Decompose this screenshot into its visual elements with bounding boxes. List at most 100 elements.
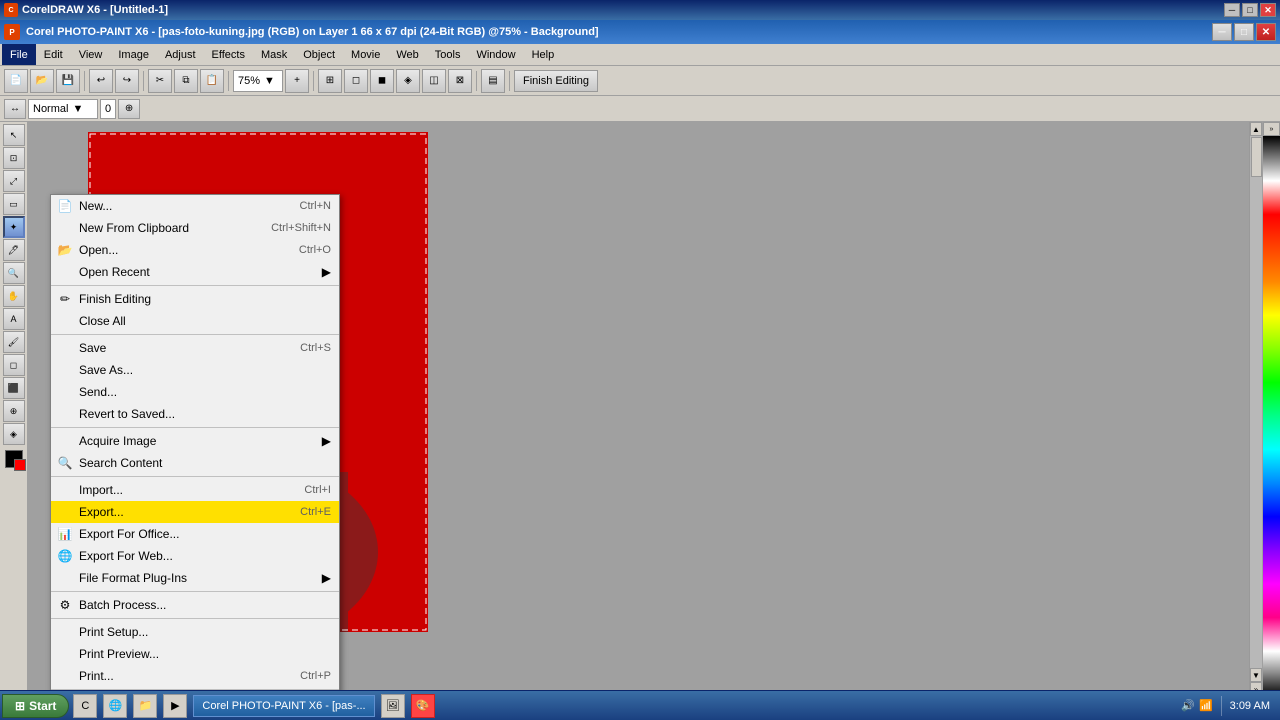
tool-crop[interactable]: ⊡ — [3, 147, 25, 169]
zoom-dropdown[interactable]: 75% ▼ — [233, 70, 283, 92]
tool-magic-wand[interactable]: ✦ — [3, 216, 25, 238]
tool-text[interactable]: A — [3, 308, 25, 330]
menu-close-all[interactable]: Close All — [51, 310, 339, 332]
menu-new[interactable]: 📄 New... Ctrl+N — [51, 195, 339, 217]
os-close-btn[interactable]: ✕ — [1260, 3, 1276, 17]
menu-adjust[interactable]: Adjust — [157, 44, 204, 65]
menu-view[interactable]: View — [71, 44, 111, 65]
menu-web[interactable]: Web — [388, 44, 426, 65]
foreground-color[interactable] — [5, 450, 23, 468]
menu-image[interactable]: Image — [110, 44, 157, 65]
menu-print-setup[interactable]: Print Setup... — [51, 621, 339, 643]
menu-print-preview[interactable]: Print Preview... — [51, 643, 339, 665]
view-btn-5[interactable]: ◫ — [422, 69, 446, 93]
copy-btn[interactable]: ⧉ — [174, 69, 198, 93]
start-button[interactable]: ⊞ Start — [2, 694, 69, 718]
open-file-btn[interactable]: 📂 — [30, 69, 54, 93]
menu-help[interactable]: Help — [524, 44, 563, 65]
tool-hand[interactable]: ✋ — [3, 285, 25, 307]
finish-editing-btn[interactable]: Finish Editing — [514, 70, 598, 92]
menu-batch-process[interactable]: ⚙ Batch Process... — [51, 594, 339, 616]
opacity-input[interactable]: 0 — [100, 99, 116, 119]
finish-edit-icon: ✏ — [57, 291, 73, 307]
os-maximize-btn[interactable]: □ — [1242, 3, 1258, 17]
vertical-scrollbar[interactable]: ▲ ▼ » — [1249, 122, 1262, 696]
menu-send[interactable]: Send... — [51, 381, 339, 403]
tray-icon-2: 📶 — [1199, 699, 1213, 712]
menu-tools[interactable]: Tools — [427, 44, 469, 65]
taskbar-red-icon[interactable]: 🎨 — [411, 694, 435, 718]
os-app-icon: C — [4, 3, 18, 17]
tool-pointer[interactable]: ↖ — [3, 124, 25, 146]
menu-export-label: Export... — [79, 505, 124, 519]
menu-export-office[interactable]: 📊 Export For Office... — [51, 523, 339, 545]
os-minimize-btn[interactable]: ─ — [1224, 3, 1240, 17]
tool-paint[interactable]: 🖌 — [3, 331, 25, 353]
app-maximize-btn[interactable]: □ — [1234, 23, 1254, 41]
tool-clone[interactable]: ⊕ — [3, 400, 25, 422]
zoom-in-btn[interactable]: + — [285, 69, 309, 93]
tool-mask-rect[interactable]: ▭ — [3, 193, 25, 215]
menu-open-recent[interactable]: Open Recent ▶ — [51, 261, 339, 283]
menu-object[interactable]: Object — [295, 44, 343, 65]
menu-open[interactable]: 📂 Open... Ctrl+O — [51, 239, 339, 261]
background-color[interactable] — [14, 459, 26, 471]
menu-file[interactable]: File — [2, 44, 36, 65]
menu-save[interactable]: Save Ctrl+S — [51, 337, 339, 359]
opacity-btn[interactable]: ⊕ — [118, 99, 140, 119]
menu-effects[interactable]: Effects — [204, 44, 253, 65]
tool-zoom[interactable]: 🔍 — [3, 262, 25, 284]
layer-btn[interactable]: ▤ — [481, 69, 505, 93]
view-btn-1[interactable]: ⊞ — [318, 69, 342, 93]
menu-edit[interactable]: Edit — [36, 44, 71, 65]
taskbar-media-icon[interactable]: ▶ — [163, 694, 187, 718]
scroll-thumb[interactable] — [1251, 137, 1262, 177]
redo-btn[interactable]: ↪ — [115, 69, 139, 93]
app-logo-icon: P — [4, 24, 20, 40]
color-expand-btn[interactable]: » — [1263, 122, 1280, 136]
tool-eyedropper[interactable]: 🖊 — [3, 239, 25, 261]
view-btn-3[interactable]: ◼ — [370, 69, 394, 93]
blend-mode-dropdown[interactable]: Normal ▼ — [28, 99, 98, 119]
taskbar-corel-btn[interactable]: 🖼 — [381, 694, 405, 718]
app-minimize-btn[interactable]: ─ — [1212, 23, 1232, 41]
view-btn-4[interactable]: ◈ — [396, 69, 420, 93]
menu-import[interactable]: Import... Ctrl+I — [51, 479, 339, 501]
tool-transform[interactable]: ⤢ — [3, 170, 25, 192]
paste-btn[interactable]: 📋 — [200, 69, 224, 93]
menu-revert[interactable]: Revert to Saved... — [51, 403, 339, 425]
menu-new-clipboard[interactable]: New From Clipboard Ctrl+Shift+N — [51, 217, 339, 239]
save-file-btn[interactable]: 💾 — [56, 69, 80, 93]
scroll-down-btn[interactable]: ▼ — [1250, 668, 1262, 682]
menu-new-label: New... — [79, 199, 112, 213]
cut-btn[interactable]: ✂ — [148, 69, 172, 93]
taskbar-folder-icon[interactable]: 📁 — [133, 694, 157, 718]
menu-save-as-label: Save As... — [79, 363, 133, 377]
undo-btn[interactable]: ↩ — [89, 69, 113, 93]
menu-save-as[interactable]: Save As... — [51, 359, 339, 381]
menu-finish-editing[interactable]: ✏ Finish Editing — [51, 288, 339, 310]
menu-search-content[interactable]: 🔍 Search Content — [51, 452, 339, 474]
menu-window[interactable]: Window — [468, 44, 523, 65]
menu-movie[interactable]: Movie — [343, 44, 388, 65]
menu-acquire-image[interactable]: Acquire Image ▶ — [51, 430, 339, 452]
app-title-bar: P Corel PHOTO-PAINT X6 - [pas-foto-kunin… — [0, 20, 1280, 44]
menu-mask[interactable]: Mask — [253, 44, 295, 65]
menu-file-plugins[interactable]: File Format Plug-Ins ▶ — [51, 567, 339, 589]
new-file-btn[interactable]: 📄 — [4, 69, 28, 93]
tool-sharpen[interactable]: ◈ — [3, 423, 25, 445]
view-btn-2[interactable]: ◻ — [344, 69, 368, 93]
taskbar-active-app[interactable]: Corel PHOTO-PAINT X6 - [pas-... — [193, 695, 374, 717]
taskbar-corel-icon[interactable]: C — [73, 694, 97, 718]
menu-export[interactable]: Export... Ctrl+E — [51, 501, 339, 523]
tool-option-1[interactable]: ↔ — [4, 99, 26, 119]
menu-export-web[interactable]: 🌐 Export For Web... — [51, 545, 339, 567]
taskbar-browser-icon[interactable]: 🌐 — [103, 694, 127, 718]
scroll-up-btn[interactable]: ▲ — [1250, 122, 1262, 136]
color-gradient-bar[interactable] — [1263, 136, 1280, 696]
tool-erase[interactable]: ◻ — [3, 354, 25, 376]
view-btn-6[interactable]: ⊠ — [448, 69, 472, 93]
app-close-btn[interactable]: ✕ — [1256, 23, 1276, 41]
tool-fill[interactable]: ⬛ — [3, 377, 25, 399]
menu-print[interactable]: Print... Ctrl+P — [51, 665, 339, 687]
